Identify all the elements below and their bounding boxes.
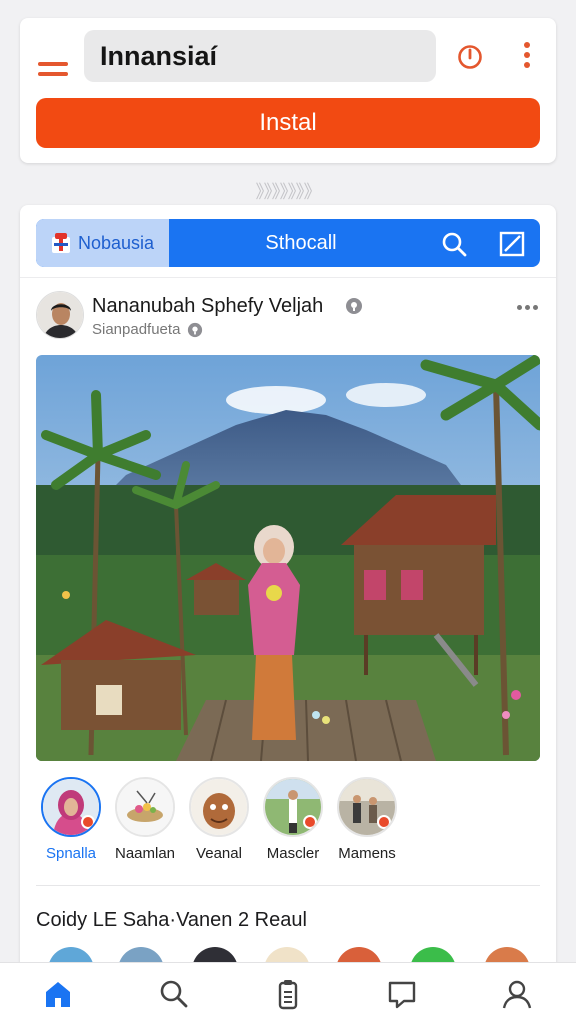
chat-icon[interactable] <box>386 978 418 1010</box>
story-avatar <box>189 777 249 837</box>
story-label: Naamlan <box>114 845 176 862</box>
story-item[interactable]: Naamlan <box>108 777 182 862</box>
divider <box>36 885 540 886</box>
page-indicator: 》》》》》》》 <box>255 182 322 202</box>
author-subtitle: Sianpadfueta <box>92 321 181 338</box>
power-icon[interactable] <box>456 42 484 70</box>
live-badge <box>377 815 391 829</box>
search-icon[interactable] <box>158 978 190 1010</box>
author-avatar[interactable] <box>36 291 84 339</box>
author-name[interactable]: Nananubah Sphefy Veljah <box>92 295 323 318</box>
story-label: Mamens <box>338 845 396 862</box>
search-icon[interactable] <box>440 230 468 258</box>
location-pin-icon <box>346 298 362 314</box>
flag-icon <box>52 233 70 253</box>
top-header-card: Innansiaí Instal <box>20 18 556 163</box>
tab-bar: Nobausia Sthocall <box>36 219 540 267</box>
story-label: Veanal <box>196 845 242 862</box>
vertical-dots-icon[interactable] <box>520 42 534 70</box>
user-icon[interactable] <box>501 978 533 1010</box>
tab-label: Nobausia <box>78 233 155 253</box>
live-badge <box>81 815 95 829</box>
tab-nobausia[interactable]: Nobausia <box>36 219 169 267</box>
hamburger-icon[interactable] <box>36 58 70 82</box>
post-photo[interactable] <box>36 355 540 761</box>
story-avatar <box>41 777 101 837</box>
install-button[interactable]: Instal <box>36 98 540 148</box>
app-title: Innansiaí <box>84 30 436 82</box>
section-title: Coidy LE Saha·Vanen 2 Reaul <box>36 909 307 931</box>
location-pin-icon <box>187 322 203 338</box>
tab-sthocall[interactable]: Sthocall <box>231 219 371 267</box>
story-avatar <box>115 777 175 837</box>
story-label: Mascler <box>266 845 320 862</box>
story-avatar <box>337 777 397 837</box>
edit-icon[interactable] <box>498 230 526 258</box>
story-item[interactable]: Mamens <box>330 777 404 862</box>
story-item[interactable]: Veanal <box>182 777 256 862</box>
live-badge <box>303 815 317 829</box>
bottom-navigation <box>0 962 576 1024</box>
clipboard-icon[interactable] <box>272 978 304 1010</box>
divider <box>20 277 556 278</box>
story-item[interactable]: Spnalla <box>34 777 108 862</box>
story-label: Spnalla <box>45 845 97 862</box>
stories-row: Spnalla Naamlan Veanal Mascler Mamens <box>34 777 544 877</box>
home-icon[interactable] <box>42 978 74 1010</box>
feed-card: Nobausia Sthocall Nananubah Sphefy Velja… <box>20 205 556 985</box>
story-avatar <box>263 777 323 837</box>
story-item[interactable]: Mascler <box>256 777 330 862</box>
horizontal-dots-icon[interactable] <box>517 305 539 313</box>
